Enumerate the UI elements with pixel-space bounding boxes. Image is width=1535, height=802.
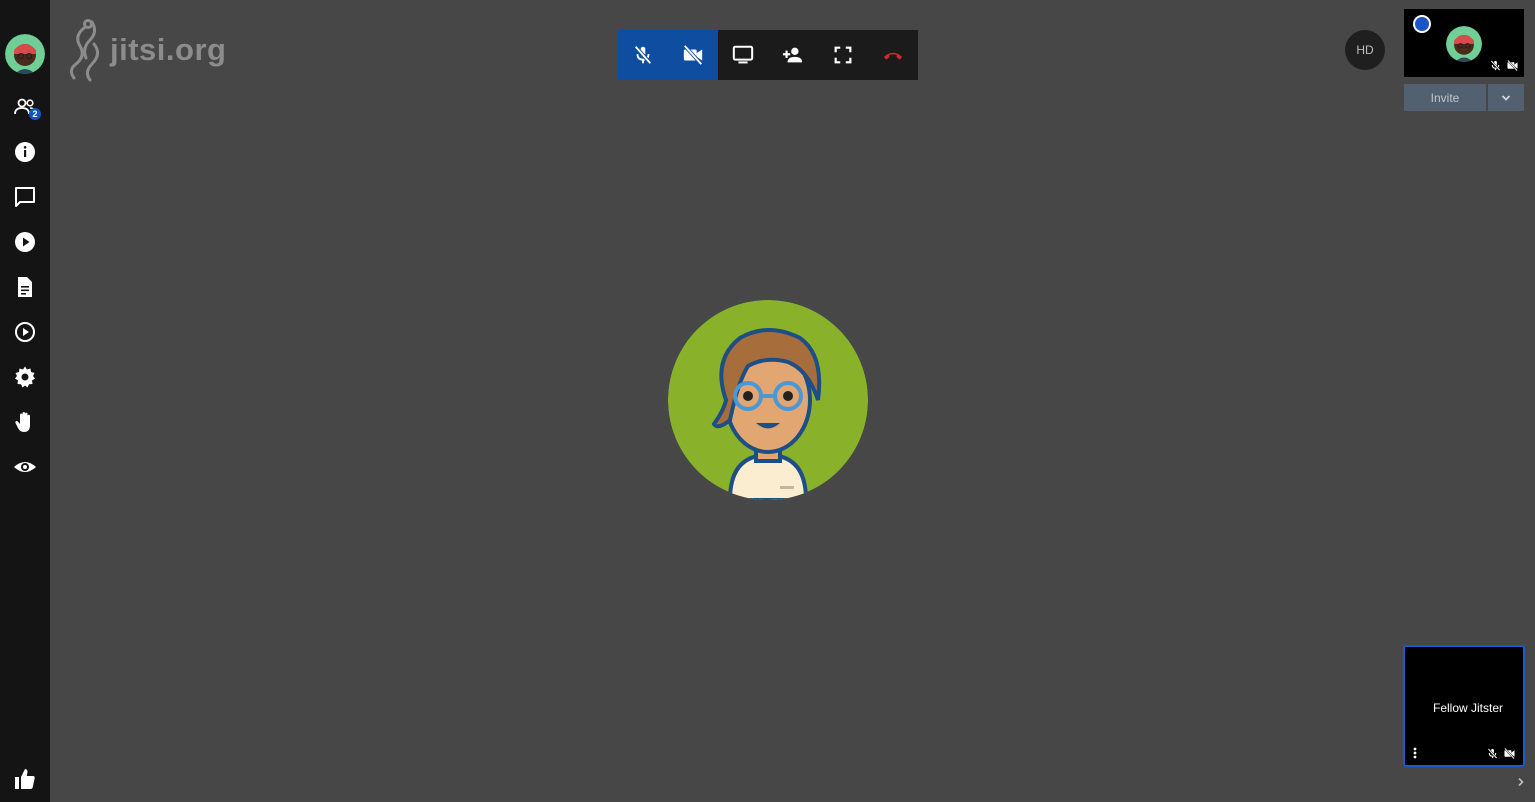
local-avatar <box>1446 26 1482 62</box>
jitsi-logo-icon <box>69 19 99 82</box>
remote-participant-tile[interactable]: Fellow Jitster <box>1403 645 1525 767</box>
invite-row: Invite <box>1404 84 1524 111</box>
mic-muted-icon <box>634 45 652 65</box>
feedback-thumbs-up-icon[interactable] <box>13 767 37 791</box>
local-video-thumbnail[interactable] <box>1404 9 1524 77</box>
recording-play-icon[interactable] <box>13 320 37 344</box>
document-icon[interactable] <box>13 275 37 299</box>
invite-button[interactable]: Invite <box>1404 84 1486 111</box>
camera-off-icon <box>1504 748 1515 759</box>
mic-muted-icon <box>1487 748 1498 759</box>
settings-gear-icon[interactable] <box>13 365 37 389</box>
profile-avatar[interactable] <box>5 34 45 74</box>
video-quality-label[interactable]: HD <box>1345 30 1385 70</box>
toggle-camera-button[interactable] <box>668 30 718 80</box>
camera-off-icon <box>683 44 703 66</box>
youtube-play-icon[interactable] <box>13 230 37 254</box>
camera-off-icon <box>1507 60 1518 71</box>
info-icon[interactable] <box>13 140 37 164</box>
fullscreen-button[interactable] <box>818 30 868 80</box>
more-options-icon[interactable] <box>1412 747 1418 759</box>
add-person-icon <box>782 47 803 63</box>
jitsi-logo: jitsi.org <box>62 18 226 82</box>
dominant-speaker-indicator <box>1413 15 1431 33</box>
logo-text: jitsi.org <box>110 32 227 67</box>
left-sidebar: 2 <box>0 0 50 802</box>
chat-icon[interactable] <box>13 185 37 209</box>
hangup-phone-icon <box>883 52 903 60</box>
large-video-avatar <box>668 300 868 500</box>
screen-share-button[interactable] <box>718 30 768 80</box>
fullscreen-icon <box>834 46 852 64</box>
hangup-button[interactable] <box>868 30 918 80</box>
raise-hand-icon[interactable] <box>13 410 37 434</box>
mic-muted-icon <box>1490 60 1501 71</box>
remote-status-icons <box>1487 748 1515 759</box>
main-toolbar <box>618 30 918 80</box>
add-participant-button[interactable] <box>768 30 818 80</box>
tile-view-eye-icon[interactable] <box>13 455 37 479</box>
toggle-mic-button[interactable] <box>618 30 668 80</box>
screen-share-icon <box>732 45 754 64</box>
remote-display-name: Fellow Jitster <box>1432 701 1503 715</box>
local-status-icons <box>1490 60 1518 71</box>
filmstrip-toggle-chevron-right-icon[interactable] <box>1515 776 1527 788</box>
participants-count-badge: 2 <box>29 108 41 120</box>
chevron-down-icon <box>1501 94 1511 101</box>
invite-dropdown-button[interactable] <box>1488 84 1524 111</box>
